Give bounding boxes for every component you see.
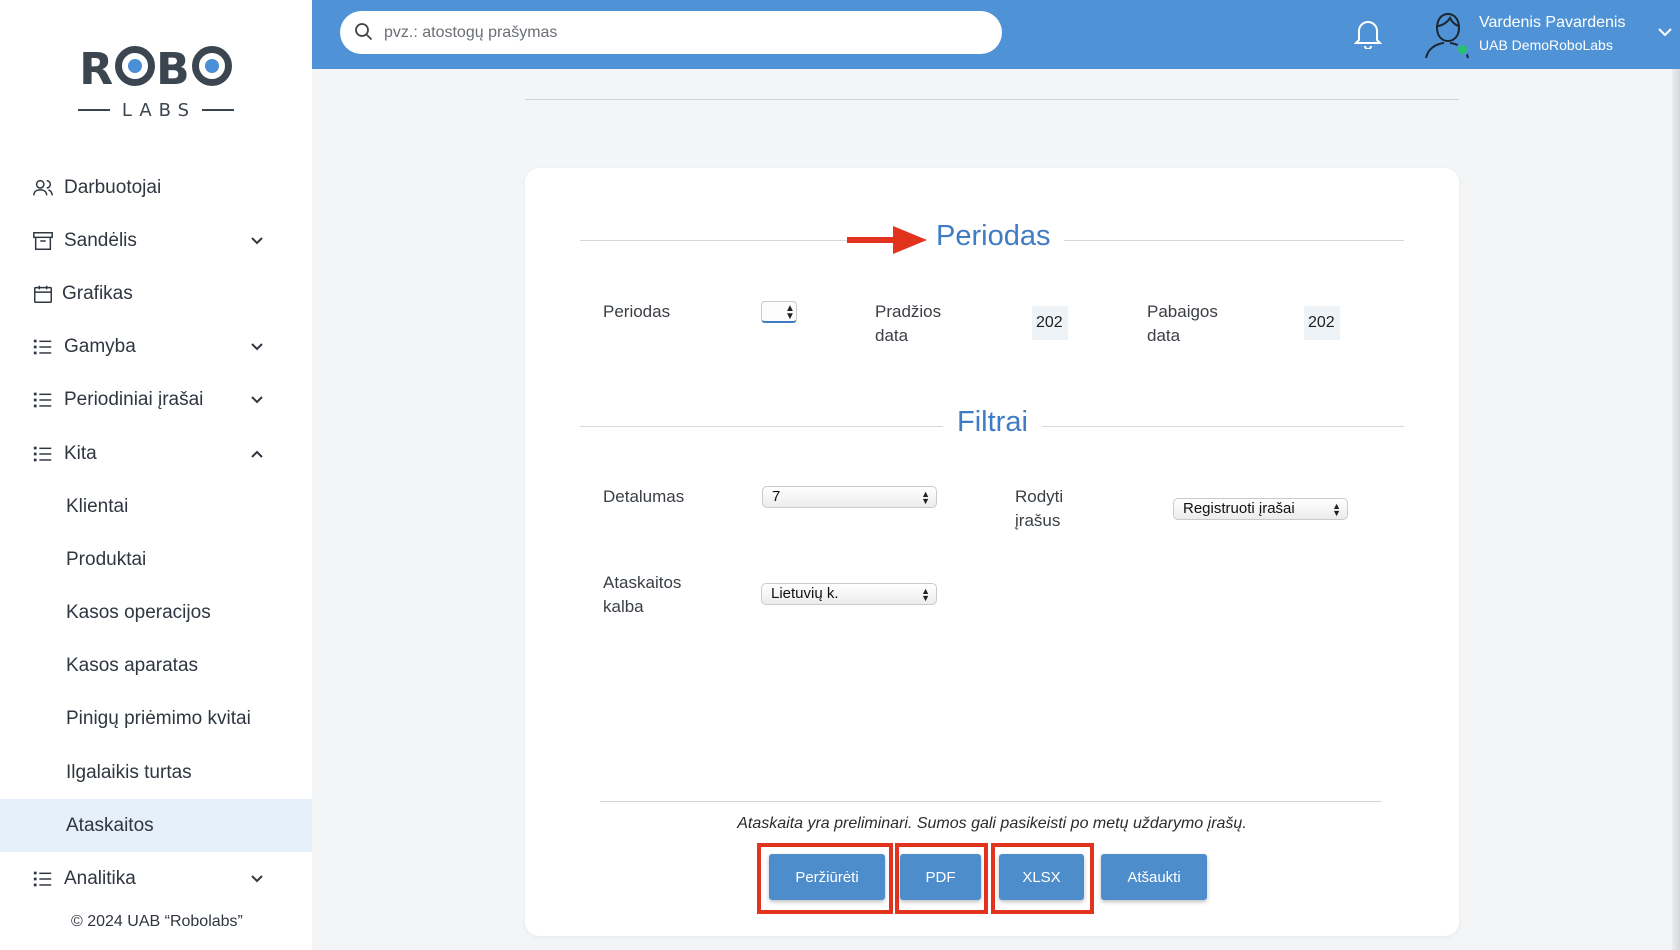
sidebar-item-label: Produktai — [66, 548, 147, 570]
bell-icon[interactable] — [1354, 17, 1382, 49]
chevron-down-icon — [251, 343, 263, 351]
search-input[interactable] — [384, 11, 984, 54]
report-language-select[interactable]: Lietuvių k. ▲ ▼ — [761, 583, 937, 605]
chevron-up-icon — [251, 450, 263, 458]
logo-wordmark: RB — [78, 44, 234, 95]
users-icon — [33, 179, 53, 195]
sidebar-item-pinigu-priemimo-kvitai[interactable]: Pinigų priėmimo kvitai — [0, 693, 312, 746]
sidebar-item-grafikas[interactable]: Grafikas — [0, 267, 312, 320]
sidebar-item-sandelis[interactable]: Sandėlis — [0, 214, 312, 267]
sidebar-item-label: Grafikas — [62, 282, 133, 304]
scrollbar[interactable] — [1672, 69, 1680, 950]
sidebar-item-analitika[interactable]: Analitika — [0, 852, 312, 905]
select-arrows-icon: ▲ ▼ — [921, 489, 930, 506]
start-date-label: Pradžios data — [875, 302, 942, 345]
list-icon — [33, 871, 52, 887]
copyright: © 2024 UAB “Robolabs” — [71, 913, 243, 930]
start-date-input[interactable]: 202 — [1032, 306, 1068, 340]
user-name[interactable]: Vardenis Pavardenis — [1479, 14, 1625, 32]
sidebar-item-kita[interactable]: Kita — [0, 427, 312, 480]
calendar-icon — [34, 285, 52, 303]
red-arrow-icon — [847, 226, 927, 254]
top-bar: Vardenis Pavardenis UAB DemoRoboLabs — [312, 0, 1680, 69]
filters-section-title: Filtrai — [943, 406, 1042, 439]
sidebar-item-label: Kita — [64, 442, 97, 464]
sidebar-item-label: Periodiniai įrašai — [64, 389, 204, 411]
view-button[interactable]: Peržiūrėti — [769, 854, 885, 900]
logo-subtitle: LABS — [78, 98, 234, 122]
chevron-down-icon[interactable] — [1657, 26, 1673, 38]
sidebar-item-periodiniai-irasai[interactable]: Periodiniai įrašai — [0, 374, 312, 427]
robolabs-logo[interactable]: RB LABS — [78, 44, 234, 126]
period-section-title: Periodas — [922, 220, 1065, 253]
end-date-label: Pabaigos data — [1147, 302, 1218, 345]
period-select[interactable]: ▲ ▼ — [761, 301, 797, 323]
end-date-input[interactable]: 202 — [1304, 306, 1340, 340]
detail-select[interactable]: 7 ▲ ▼ — [762, 486, 937, 508]
sidebar-item-klientai[interactable]: Klientai — [0, 480, 312, 533]
sidebar-item-darbuotojai[interactable]: Darbuotojai — [0, 161, 312, 214]
select-arrows-icon: ▲ ▼ — [1332, 501, 1341, 518]
period-label: Periodas — [603, 302, 671, 321]
archive-icon — [33, 231, 53, 250]
cancel-button[interactable]: Atšaukti — [1101, 854, 1207, 900]
detail-label: Detalumas — [603, 487, 685, 506]
chevron-down-icon — [251, 875, 263, 883]
sidebar-item-ilgalaikis-turtas[interactable]: Ilgalaikis turtas — [0, 746, 312, 799]
report-language-label: Ataskaitos kalba — [603, 573, 682, 616]
select-arrows-icon: ▲ ▼ — [785, 303, 795, 322]
sidebar-item-label: Ataskaitos — [66, 814, 154, 836]
report-language-select-value: Lietuvių k. — [771, 585, 839, 602]
xlsx-button[interactable]: XLSX — [999, 854, 1084, 900]
sidebar-item-label: Kasos aparatas — [66, 655, 199, 677]
sidebar-item-label: Ilgalaikis turtas — [66, 761, 192, 783]
sidebar-item-label: Kasos operacijos — [66, 602, 211, 624]
sidebar-item-label: Analitika — [64, 868, 136, 890]
user-company: UAB DemoRoboLabs — [1479, 37, 1613, 53]
avatar[interactable] — [1422, 8, 1472, 60]
footer-divider — [600, 801, 1382, 802]
show-entries-select[interactable]: Registruoti įrašai ▲ ▼ — [1173, 498, 1348, 520]
sidebar-item-label: Sandėlis — [64, 229, 137, 251]
search-icon — [355, 23, 373, 41]
sidebar-item-kasos-aparatas[interactable]: Kasos aparatas — [0, 640, 312, 693]
pdf-button[interactable]: PDF — [900, 854, 981, 900]
list-icon — [33, 393, 52, 408]
sidebar-item-label: Gamyba — [64, 336, 136, 358]
preliminary-note: Ataskaita yra preliminari. Sumos gali pa… — [737, 815, 1247, 832]
list-icon — [33, 446, 52, 461]
detail-select-value: 7 — [772, 488, 781, 505]
sidebar-item-label: Pinigų priėmimo kvitai — [66, 708, 251, 730]
search-box[interactable] — [340, 11, 1002, 54]
sidebar-item-gamyba[interactable]: Gamyba — [0, 321, 312, 374]
sidebar-item-label: Klientai — [66, 495, 129, 517]
sidebar-item-produktai[interactable]: Produktai — [0, 533, 312, 586]
online-status-dot — [1456, 43, 1469, 56]
chevron-down-icon — [251, 237, 263, 245]
sidebar-item-label: Darbuotojai — [64, 176, 162, 198]
sidebar: RB LABS Darbuotojai Sandėlis Grafikas Ga… — [0, 0, 312, 950]
show-entries-select-value: Registruoti įrašai — [1183, 500, 1295, 517]
chevron-down-icon — [251, 396, 263, 404]
select-arrows-icon: ▲ ▼ — [921, 586, 930, 603]
sidebar-item-ataskaitos[interactable]: Ataskaitos — [0, 799, 312, 853]
list-icon — [33, 339, 52, 355]
show-entries-label: Rodyti įrašus — [1015, 487, 1064, 530]
sidebar-item-kasos-operacijos[interactable]: Kasos operacijos — [0, 587, 312, 640]
sidebar-nav: Darbuotojai Sandėlis Grafikas Gamyba Per… — [0, 161, 312, 906]
divider — [525, 99, 1459, 100]
